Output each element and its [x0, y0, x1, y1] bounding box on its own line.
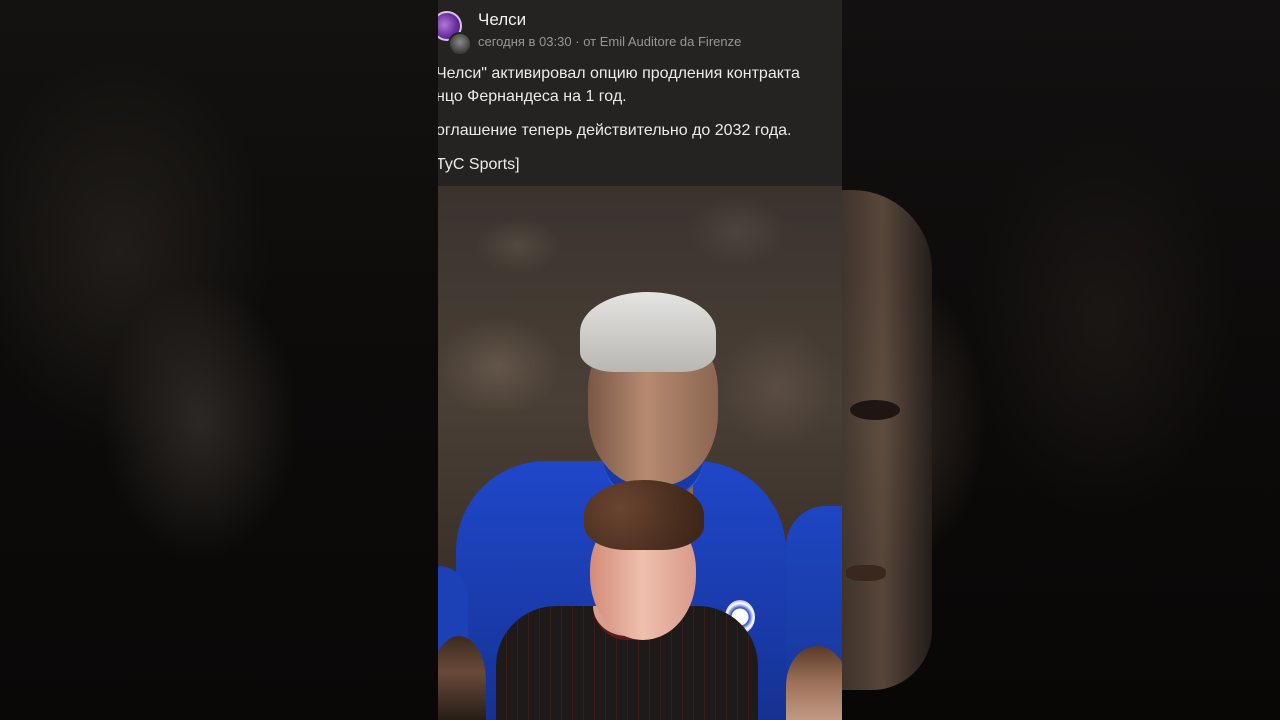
- player-hair: [580, 292, 716, 372]
- post-line-2: оглашение теперь действительно до 2032 г…: [438, 122, 792, 139]
- post-source: TyC Sports]: [438, 156, 520, 173]
- video-frame: Челси сегодня в 03:30 · от Emil Auditore…: [0, 0, 1280, 720]
- post-card: Челси сегодня в 03:30 · от Emil Auditore…: [438, 0, 842, 186]
- post-author[interactable]: от Emil Auditore da Firenze: [583, 34, 741, 49]
- blurred-eye-right: [850, 400, 900, 420]
- author-avatar-icon[interactable]: [448, 32, 472, 56]
- meta-separator: ·: [575, 34, 580, 49]
- child-right: [786, 646, 842, 720]
- post-screenshot: Челси сегодня в 03:30 · от Emil Auditore…: [438, 0, 842, 720]
- post-meta: сегодня в 03:30 · от Emil Auditore da Fi…: [478, 34, 741, 49]
- blurred-lip-right: [846, 565, 886, 581]
- post-photo[interactable]: [438, 186, 842, 720]
- post-body: Челси" активировал опцию продления контр…: [438, 62, 842, 187]
- blurred-backdrop-left: [0, 0, 438, 720]
- channel-name[interactable]: Челси: [478, 10, 526, 30]
- post-line-1: Челси" активировал опцию продления контр…: [438, 65, 800, 105]
- presenter-hair: [584, 480, 704, 550]
- post-date: сегодня в 03:30: [478, 34, 572, 49]
- blurred-face-right: [842, 190, 932, 690]
